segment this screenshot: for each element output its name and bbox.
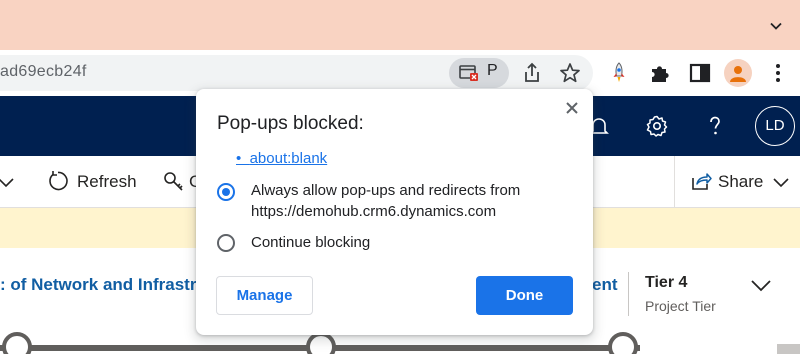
blocked-popup-url[interactable]: about:blank: [250, 150, 328, 167]
process-stage-dot[interactable]: [608, 332, 638, 354]
address-bar[interactable]: ad69ecb24f P: [0, 55, 593, 91]
share-chevron-down-icon: [773, 178, 789, 188]
blocked-popup-link[interactable]: • about:blank: [236, 150, 327, 167]
dialog-title: Pop-ups blocked:: [217, 113, 364, 134]
popup-indicator-letter: P: [487, 62, 498, 79]
profile-avatar-icon: [730, 66, 746, 82]
refresh-icon[interactable]: [46, 169, 70, 193]
always-allow-text: Always allow pop-ups and redirects from: [251, 182, 521, 199]
divider: [628, 272, 629, 316]
puzzle-extensions-icon[interactable]: [648, 61, 672, 85]
project-tier-label: Project Tier: [645, 298, 716, 314]
always-allow-domain: https://demohub.crm6.dynamics.com: [251, 203, 497, 220]
bookmark-star-icon[interactable]: [558, 61, 582, 85]
popup-blocked-indicator[interactable]: P: [449, 58, 509, 88]
always-allow-radio[interactable]: [217, 183, 235, 201]
settings-gear-icon[interactable]: [645, 114, 669, 138]
key-icon[interactable]: [162, 169, 186, 193]
manage-button[interactable]: Manage: [216, 276, 313, 315]
scrollbar-thumb[interactable]: [777, 344, 800, 354]
refresh-button[interactable]: Refresh: [77, 172, 137, 192]
process-stage-dot[interactable]: [2, 332, 32, 354]
chevron-down-icon[interactable]: [0, 175, 16, 189]
record-title-tail[interactable]: ent: [592, 275, 618, 295]
always-allow-label[interactable]: Always allow pop-ups and redirects from …: [251, 180, 520, 222]
project-tier-value: Tier 4: [645, 274, 688, 291]
continue-blocking-radio[interactable]: [217, 234, 235, 252]
user-avatar[interactable]: LD: [755, 106, 795, 146]
share-icon: [692, 173, 712, 190]
address-bar-url[interactable]: ad69ecb24f: [0, 63, 87, 81]
share-button[interactable]: Share: [674, 156, 800, 207]
close-icon[interactable]: [565, 101, 579, 115]
side-panel-icon[interactable]: [688, 61, 712, 85]
popup-blocked-icon: [459, 65, 478, 81]
record-title[interactable]: : of Network and Infrastru: [0, 275, 207, 295]
done-button[interactable]: Done: [476, 276, 573, 315]
expand-header-chevron-icon[interactable]: [750, 278, 772, 292]
help-question-icon[interactable]: [703, 114, 727, 138]
popup-blocked-dialog: Pop-ups blocked: • about:blank Always al…: [196, 89, 593, 335]
share-label: Share: [718, 172, 764, 191]
tab-search-chevron-icon[interactable]: [768, 18, 784, 34]
continue-blocking-label[interactable]: Continue blocking: [251, 232, 370, 253]
profile-avatar[interactable]: [724, 59, 752, 87]
share-page-icon[interactable]: [520, 61, 544, 85]
process-stage-dot[interactable]: [306, 332, 336, 354]
rocket-extension-icon[interactable]: [607, 61, 631, 85]
tab-strip: [0, 0, 800, 50]
more-menu-icon[interactable]: [766, 61, 790, 85]
